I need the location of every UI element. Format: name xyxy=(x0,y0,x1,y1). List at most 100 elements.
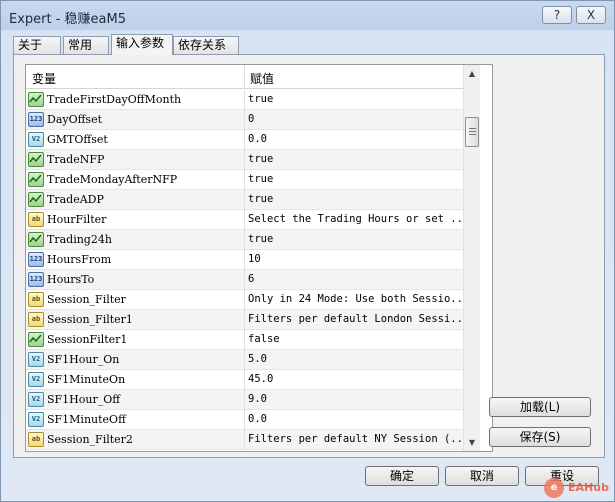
watermark-text: EAHub xyxy=(568,481,609,494)
close-button[interactable]: X xyxy=(576,6,606,24)
parameter-value[interactable]: true xyxy=(248,93,461,105)
scroll-thumb[interactable] xyxy=(465,117,479,147)
parameter-row[interactable]: SessionFilter1 false xyxy=(26,330,463,350)
tab-about[interactable]: 关于 xyxy=(13,36,61,54)
parameter-value[interactable]: 10 xyxy=(248,253,461,265)
parameter-row[interactable]: ab HourFilter Select the Trading Hours or … xyxy=(26,210,463,230)
parameter-row[interactable]: TradeMondayAfterNFP true xyxy=(26,170,463,190)
parameter-value[interactable]: 9.0 xyxy=(248,393,461,405)
parameter-name: TradeADP xyxy=(47,193,104,206)
double-param-icon: V2 xyxy=(28,352,44,367)
parameter-row[interactable]: V2 SF1MinuteOff 0.0 xyxy=(26,410,463,430)
save-button[interactable]: 保存(S) xyxy=(489,427,591,447)
parameter-row[interactable]: V2 SF1MinuteOn 45.0 xyxy=(26,370,463,390)
cell-divider xyxy=(244,110,245,130)
load-button[interactable]: 加载(L) xyxy=(489,397,591,417)
cell-divider xyxy=(244,310,245,330)
parameter-name: SF1Hour_On xyxy=(47,353,120,366)
parameter-row[interactable]: 123 HoursTo 6 xyxy=(26,270,463,290)
int-param-icon: 123 xyxy=(28,112,44,127)
grid-rows: TradeFirstDayOffMonth true 123 DayOffset 0 V2… xyxy=(26,90,463,450)
parameter-value[interactable]: true xyxy=(248,153,461,165)
bool-param-icon xyxy=(28,172,44,187)
parameter-row[interactable]: Trading24h true xyxy=(26,230,463,250)
parameter-name: Trading24h xyxy=(47,233,112,246)
cell-divider xyxy=(244,210,245,230)
help-button[interactable]: ? xyxy=(542,6,572,24)
bool-param-icon xyxy=(28,92,44,107)
cell-divider xyxy=(244,390,245,410)
parameter-value[interactable]: 45.0 xyxy=(248,373,461,385)
cell-divider xyxy=(244,290,245,310)
parameter-row[interactable]: TradeNFP true xyxy=(26,150,463,170)
cell-divider xyxy=(244,410,245,430)
column-header-variable[interactable]: 变量 xyxy=(32,70,56,87)
parameter-name: SessionFilter1 xyxy=(47,333,128,346)
grid-scrollbar[interactable]: ▲ ▼ xyxy=(463,65,480,451)
tab-common[interactable]: 常用 xyxy=(63,36,109,54)
parameter-value[interactable]: 0.0 xyxy=(248,133,461,145)
double-param-icon: V2 xyxy=(28,392,44,407)
cell-divider xyxy=(244,130,245,150)
parameter-row[interactable]: V2 SF1Hour_Off 9.0 xyxy=(26,390,463,410)
cell-divider xyxy=(244,90,245,110)
parameter-row[interactable]: 123 HoursFrom 10 xyxy=(26,250,463,270)
cell-divider xyxy=(244,330,245,350)
parameter-row[interactable]: TradeFirstDayOffMonth true xyxy=(26,90,463,110)
parameter-value[interactable]: true xyxy=(248,193,461,205)
parameter-name: SF1Hour_Off xyxy=(47,393,121,406)
int-param-icon: 123 xyxy=(28,252,44,267)
parameter-name: HoursFrom xyxy=(47,253,112,266)
parameter-value[interactable]: Select the Trading Hours or set ... xyxy=(248,213,461,225)
double-param-icon: V2 xyxy=(28,132,44,147)
scroll-down-arrow-icon[interactable]: ▼ xyxy=(464,434,480,451)
ok-button[interactable]: 确定 xyxy=(365,466,439,486)
parameter-row[interactable]: ab Session_Filter1 Filters per default Lon… xyxy=(26,310,463,330)
window-title: Expert - 稳赚eaM5 xyxy=(9,12,127,27)
parameter-value[interactable]: false xyxy=(248,333,461,345)
int-param-icon: 123 xyxy=(28,272,44,287)
parameter-name: TradeNFP xyxy=(47,153,105,166)
parameter-row[interactable]: TradeADP true xyxy=(26,190,463,210)
parameter-value[interactable]: 0 xyxy=(248,113,461,125)
cell-divider xyxy=(244,150,245,170)
parameter-value[interactable]: 5.0 xyxy=(248,353,461,365)
scroll-up-arrow-icon[interactable]: ▲ xyxy=(464,65,480,82)
tab-dependencies[interactable]: 依存关系 xyxy=(173,36,239,54)
parameter-name: TradeFirstDayOffMonth xyxy=(47,93,182,106)
bool-param-icon xyxy=(28,152,44,167)
grip-line xyxy=(469,128,476,129)
cell-divider xyxy=(244,170,245,190)
double-param-icon: V2 xyxy=(28,372,44,387)
parameter-row[interactable]: 123 DayOffset 0 xyxy=(26,110,463,130)
parameter-value[interactable]: Only in 24 Mode: Use both Sessio... xyxy=(248,293,461,305)
cancel-button[interactable]: 取消 xyxy=(445,466,519,486)
parameter-value[interactable]: 6 xyxy=(248,273,461,285)
parameter-row[interactable]: ab Session_Filter Only in 24 Mode: Use bot… xyxy=(26,290,463,310)
bool-param-icon xyxy=(28,192,44,207)
column-header-value[interactable]: 赋值 xyxy=(250,70,274,87)
cell-divider xyxy=(244,230,245,250)
cell-divider xyxy=(244,270,245,290)
grip-line xyxy=(469,134,476,135)
cell-divider xyxy=(244,430,245,450)
cell-divider xyxy=(244,370,245,390)
tab-inputs[interactable]: 输入参数 xyxy=(111,34,173,55)
parameter-row[interactable]: V2 SF1Hour_On 5.0 xyxy=(26,350,463,370)
parameter-value[interactable]: true xyxy=(248,173,461,185)
grip-line xyxy=(469,131,476,132)
parameter-value[interactable]: Filters per default London Sessi... xyxy=(248,313,461,325)
parameter-value[interactable]: true xyxy=(248,233,461,245)
parameter-row[interactable]: ab Session_Filter2 Filters per default NY … xyxy=(26,430,463,450)
watermark: e EAHub xyxy=(544,478,614,498)
parameter-name: Session_Filter xyxy=(47,293,126,306)
bool-param-icon xyxy=(28,232,44,247)
parameter-value[interactable]: Filters per default NY Session (... xyxy=(248,433,461,445)
parameter-row[interactable]: V2 GMTOffset 0.0 xyxy=(26,130,463,150)
cell-divider xyxy=(244,350,245,370)
parameter-name: HoursTo xyxy=(47,273,95,286)
column-divider[interactable] xyxy=(244,65,245,89)
parameter-name: TradeMondayAfterNFP xyxy=(47,173,178,186)
parameter-name: DayOffset xyxy=(47,113,102,126)
parameter-value[interactable]: 0.0 xyxy=(248,413,461,425)
